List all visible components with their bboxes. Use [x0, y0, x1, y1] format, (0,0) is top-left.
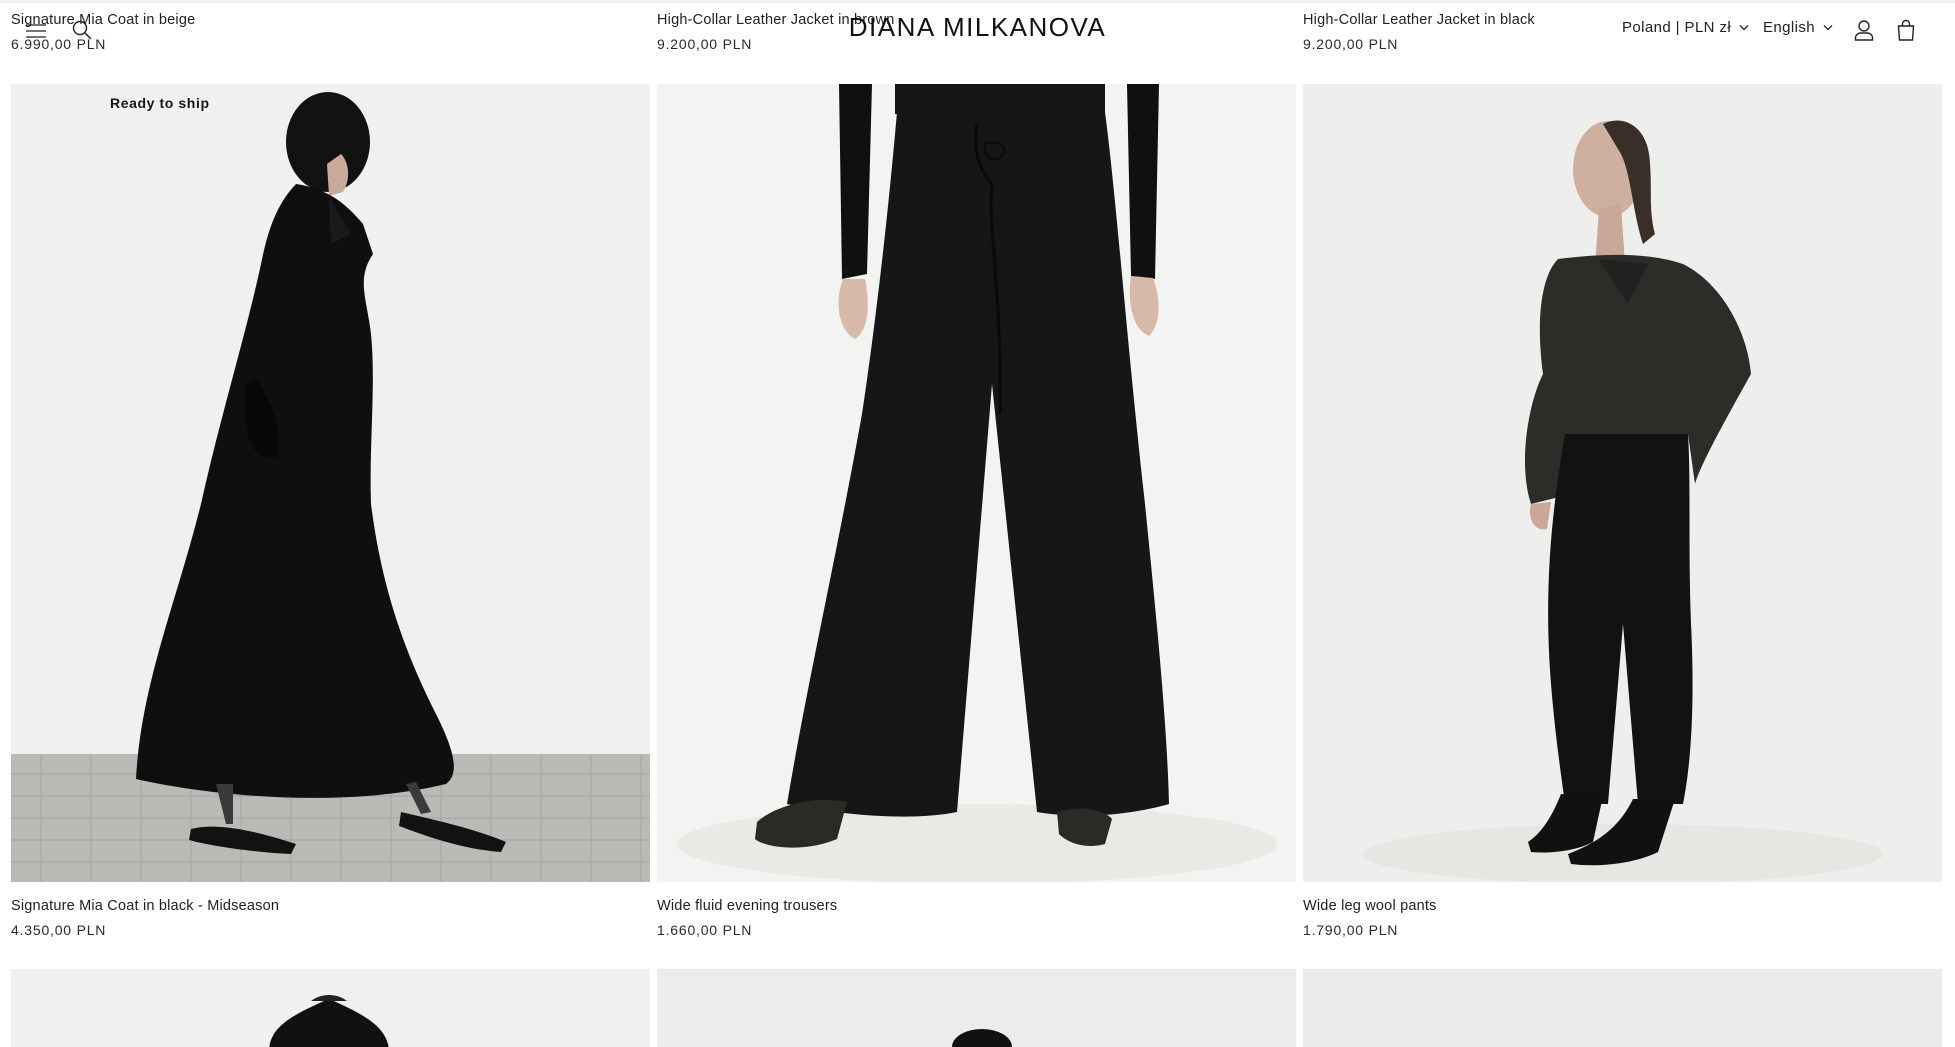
- search-icon: [72, 20, 92, 40]
- chevron-down-icon: [1739, 25, 1749, 31]
- product-image-wide-leg-wool-pants[interactable]: [1303, 84, 1942, 882]
- menu-button[interactable]: [22, 17, 50, 45]
- account-icon: [1854, 20, 1874, 41]
- product-3-title[interactable]: Wide leg wool pants: [1303, 898, 1437, 914]
- product-1-info: Signature Mia Coat in black - Midseason …: [11, 898, 279, 938]
- account-button[interactable]: [1850, 14, 1878, 46]
- language-selector-label: English: [1763, 19, 1815, 36]
- country-selector-label: Poland | PLN zł: [1622, 19, 1732, 36]
- brand-logo[interactable]: DIANA MILKANOVA: [800, 12, 1155, 43]
- language-selector[interactable]: English: [1763, 19, 1833, 36]
- chevron-down-icon: [1823, 25, 1833, 31]
- shopping-bag-icon: [1897, 19, 1915, 41]
- product-2-title[interactable]: Wide fluid evening trousers: [657, 898, 837, 914]
- product-1-title[interactable]: Signature Mia Coat in black - Midseason: [11, 898, 279, 914]
- cart-button[interactable]: [1892, 14, 1920, 46]
- next-product-image-2[interactable]: [657, 969, 1296, 1047]
- product-3-info: Wide leg wool pants 1.790,00 PLN: [1303, 898, 1437, 938]
- country-selector[interactable]: Poland | PLN zł: [1622, 19, 1749, 36]
- next-product-image-3[interactable]: [1303, 969, 1942, 1047]
- product-1-price: 4.350,00 PLN: [11, 922, 107, 938]
- ready-to-ship-badge: Ready to ship: [110, 95, 210, 111]
- next-product-image-1[interactable]: [11, 969, 650, 1047]
- product-3-price: 1.790,00 PLN: [1303, 922, 1399, 938]
- product-image-mia-coat-black[interactable]: Ready to ship: [11, 84, 650, 882]
- product-2-price: 1.660,00 PLN: [657, 922, 753, 938]
- site-header: DIANA MILKANOVA Poland | PLN zł English: [0, 0, 1955, 60]
- search-button[interactable]: [68, 16, 96, 44]
- product-2-info: Wide fluid evening trousers 1.660,00 PLN: [657, 898, 837, 938]
- product-image-wide-fluid-trousers[interactable]: [657, 84, 1296, 882]
- hamburger-menu-icon: [26, 24, 46, 38]
